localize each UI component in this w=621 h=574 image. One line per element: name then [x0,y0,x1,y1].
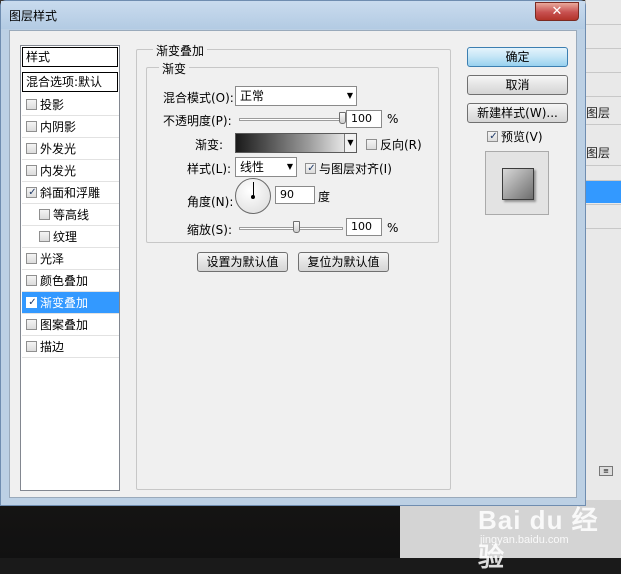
reset-default-button[interactable]: 复位为默认值 [298,252,389,272]
new-style-button[interactable]: 新建样式(W)... [467,103,568,123]
ok-button[interactable]: 确定 [467,47,568,67]
style-item[interactable]: 图案叠加 [22,314,119,336]
style-item-label: 投影 [40,98,65,112]
scale-slider-thumb[interactable] [292,221,300,233]
style-item[interactable]: 斜面和浮雕 [22,182,119,204]
preview-swatch [502,168,534,200]
dialog-body: 样式 混合选项:默认 投影内阴影外发光内发光斜面和浮雕等高线纹理光泽颜色叠加渐变… [9,30,577,498]
style-label: 样式(L): [187,162,232,176]
align-layer-checkbox-row[interactable]: 与图层对齐(I) [305,160,392,177]
style-item[interactable]: 渐变叠加 [22,292,119,314]
watermark-url: jingyan.baidu.com [480,534,569,546]
scale-unit: % [387,221,399,235]
style-item-checkbox[interactable] [26,187,38,198]
style-item-checkbox[interactable] [26,165,37,176]
style-item-label: 内阴影 [40,120,77,134]
style-item-label: 渐变叠加 [40,296,89,310]
style-item-checkbox[interactable] [39,231,50,242]
style-item-label: 光泽 [40,252,65,266]
style-select[interactable]: 线性 ▼ [235,157,297,177]
dropdown-arrow-icon: ▼ [286,162,293,171]
style-item-checkbox[interactable] [26,253,37,264]
gradient-subgroup: 渐变 混合模式(O): 正常 ▼ 不透明度(P): 100 % 渐变: ▼ 反向… [146,60,439,243]
angle-label: 角度(N): [187,195,234,209]
style-item-label: 颜色叠加 [40,274,89,288]
style-item-checkbox[interactable] [26,341,37,352]
style-item[interactable]: 投影 [22,94,119,116]
style-item-label: 等高线 [53,208,90,222]
style-item[interactable]: 纹理 [22,226,119,248]
blend-mode-value: 正常 [240,89,265,103]
gradient-dropdown-arrow-icon[interactable]: ▼ [344,134,356,152]
scale-input[interactable]: 100 [346,218,382,236]
style-item-label: 斜面和浮雕 [40,186,101,200]
angle-dial[interactable] [235,178,271,214]
preview-checkbox[interactable] [487,131,499,142]
angle-input[interactable]: 90 [275,186,315,204]
style-item[interactable]: 等高线 [22,204,119,226]
reverse-checkbox-row[interactable]: 反向(R) [366,136,422,153]
align-with-layer-checkbox[interactable] [305,163,317,174]
gradient-picker[interactable]: ▼ [235,133,357,153]
title-bar[interactable]: 图层样式 ✕ [1,1,585,29]
style-item[interactable]: 颜色叠加 [22,270,119,292]
opacity-slider-track[interactable] [239,118,343,121]
style-item[interactable]: 光泽 [22,248,119,270]
cancel-button[interactable]: 取消 [467,75,568,95]
align-with-layer-label: 与图层对齐(I) [319,162,392,176]
style-item-checkbox[interactable] [26,121,37,132]
style-item-checkbox[interactable] [26,99,37,110]
style-item[interactable]: 内发光 [22,160,119,182]
style-item[interactable]: 内阴影 [22,116,119,138]
layer-name-label[interactable]: 图层 [586,104,610,121]
style-item-checkbox[interactable] [39,209,50,220]
dropdown-arrow-icon: ▼ [346,91,353,100]
scale-label: 缩放(S): [187,223,233,237]
opacity-slider-thumb[interactable] [339,112,346,124]
reverse-checkbox[interactable] [366,139,377,150]
scale-slider-track[interactable] [239,227,343,230]
style-item[interactable]: 外发光 [22,138,119,160]
style-item-label: 外发光 [40,142,77,156]
blending-options-item[interactable]: 混合选项:默认 [22,72,118,92]
style-item-label: 图案叠加 [40,318,89,332]
blend-mode-select[interactable]: 正常 ▼ [235,86,357,106]
style-item-label: 纹理 [53,230,78,244]
make-default-button[interactable]: 设置为默认值 [197,252,288,272]
preview-label: 预览(V) [501,130,543,144]
style-item-label: 内发光 [40,164,77,178]
style-item-label: 描边 [40,340,65,354]
layer-style-dialog: 图层样式 ✕ 样式 混合选项:默认 投影内阴影外发光内发光斜面和浮雕等高线纹理光… [0,0,586,506]
layer-name-label[interactable]: 图层 [586,144,610,161]
opacity-unit: % [387,112,399,126]
style-item-checkbox[interactable] [26,297,38,308]
gradient-label: 渐变: [195,138,224,152]
styles-list: 样式 混合选项:默认 投影内阴影外发光内发光斜面和浮雕等高线纹理光泽颜色叠加渐变… [20,45,120,491]
style-item-checkbox[interactable] [26,275,37,286]
gradient-overlay-group: 渐变叠加 渐变 混合模式(O): 正常 ▼ 不透明度(P): 100 % 渐变: [136,42,451,490]
blend-mode-label: 混合模式(O): [163,91,234,105]
section-title: 渐变叠加 [153,42,208,59]
angle-unit: 度 [318,190,331,204]
baidu-watermark: Bai du 经验 jingyan.baidu.com [478,500,621,574]
style-item[interactable]: 描边 [22,336,119,358]
subsection-title: 渐变 [159,60,190,77]
reverse-label: 反向(R) [380,138,422,152]
angle-center-dot [251,195,255,199]
selected-layer-row[interactable] [586,181,621,203]
opacity-input[interactable]: 100 [346,110,382,128]
style-item-checkbox[interactable] [26,143,37,154]
close-button[interactable]: ✕ [535,2,579,21]
window-title: 图层样式 [9,9,58,23]
opacity-label: 不透明度(P): [163,114,232,128]
panel-menu-icon[interactable]: ≡ [599,466,613,476]
preview-checkbox-row[interactable]: 预览(V) [487,128,543,145]
styles-header[interactable]: 样式 [22,47,118,67]
style-item-checkbox[interactable] [26,319,37,330]
style-preview [485,151,549,215]
style-value: 线性 [240,160,265,174]
